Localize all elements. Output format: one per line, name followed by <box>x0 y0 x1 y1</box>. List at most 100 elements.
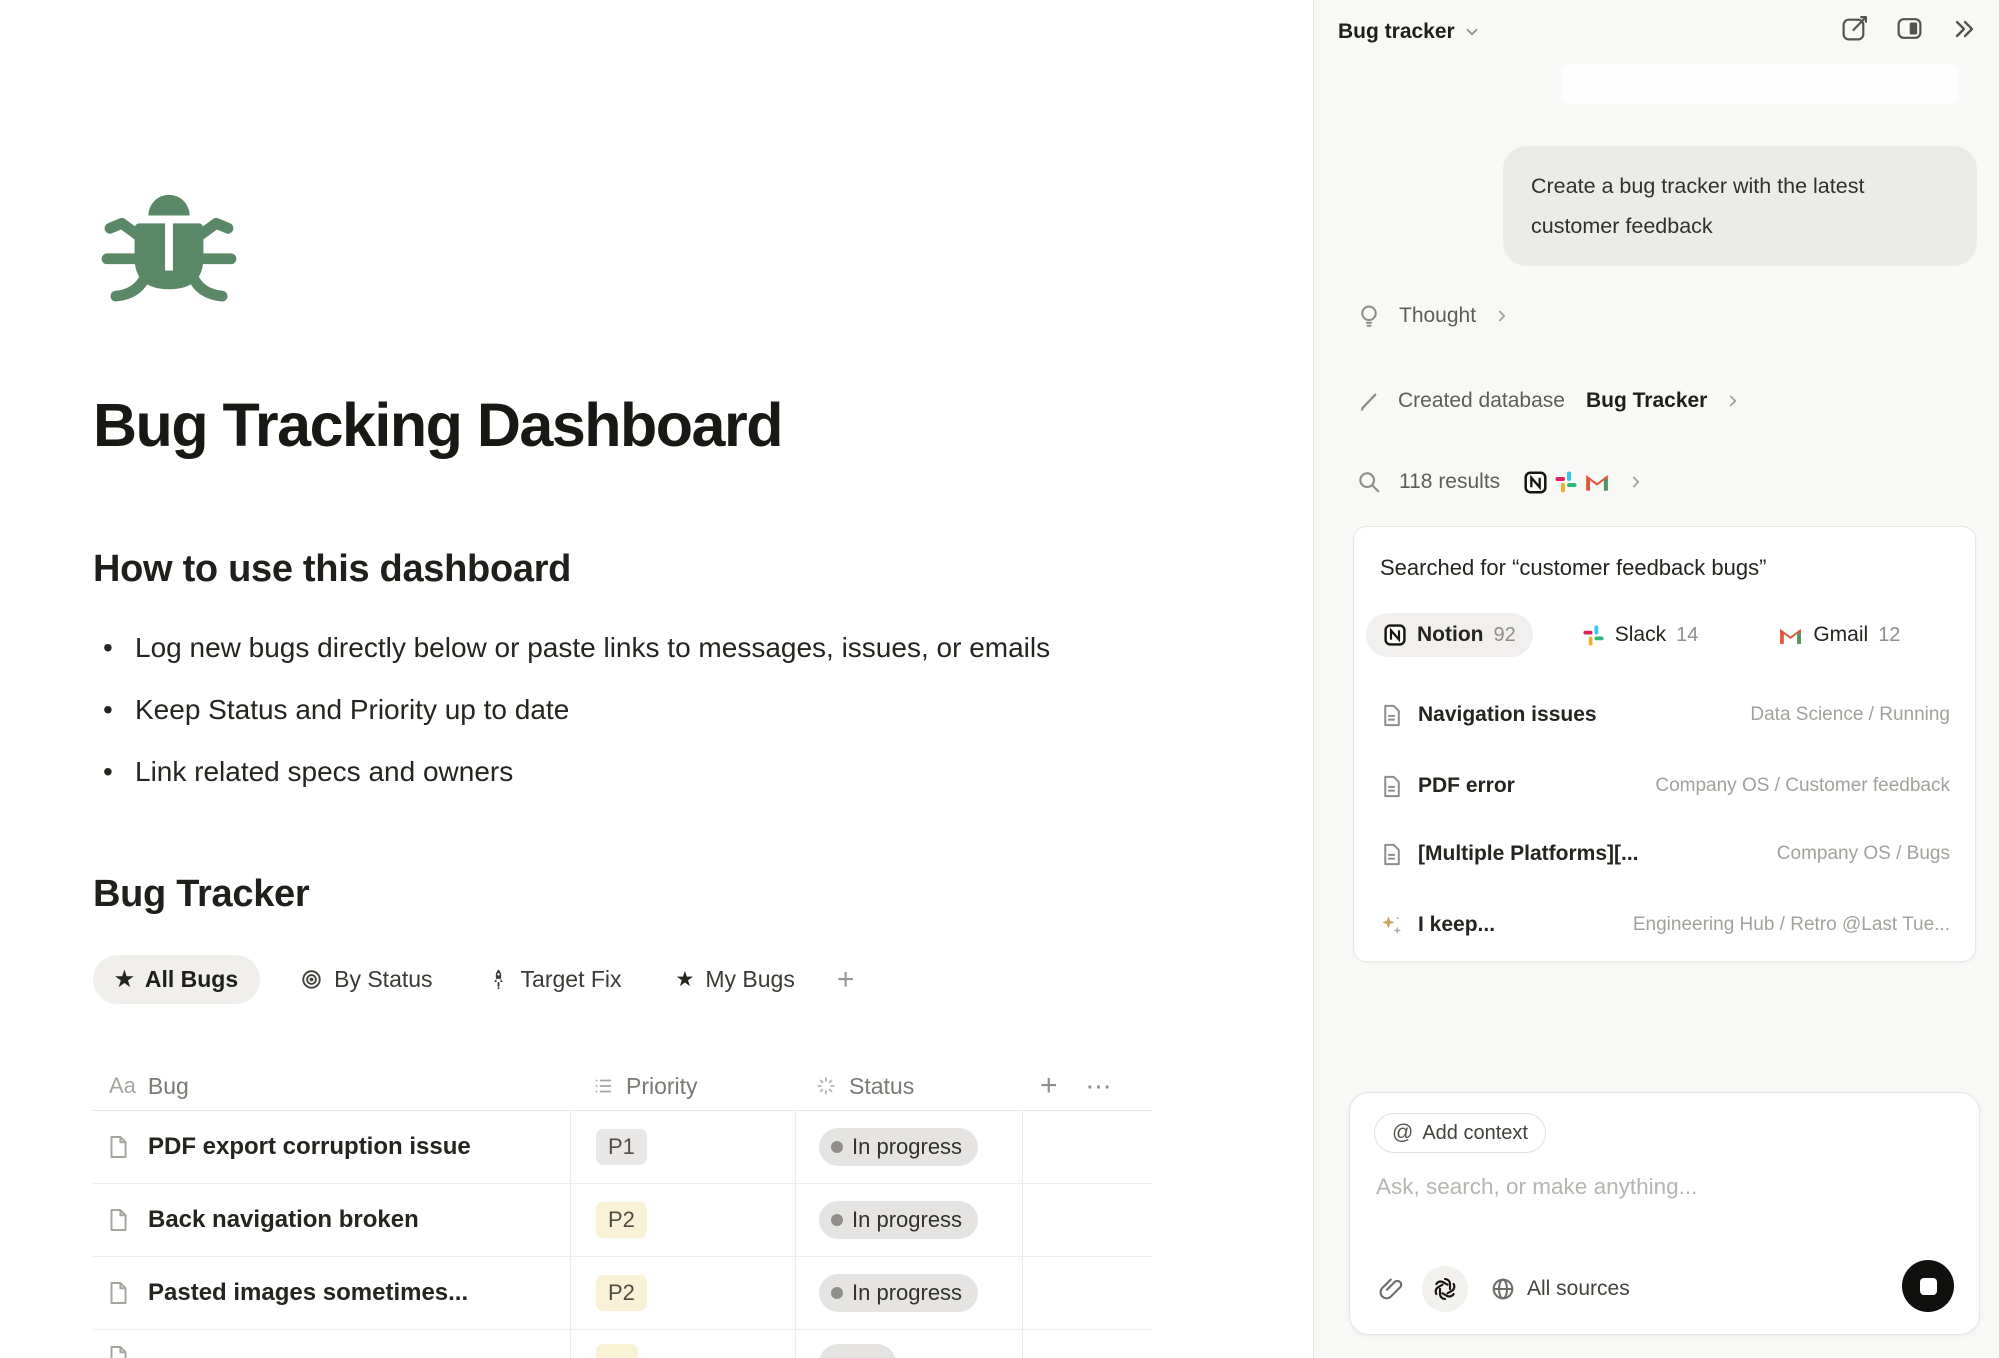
page-doc-icon <box>1379 703 1404 728</box>
globe-icon <box>1490 1276 1516 1302</box>
page-doc-icon <box>105 1344 131 1358</box>
thought-step[interactable]: Thought <box>1356 299 1511 333</box>
search-result-row[interactable]: [Multiple Platforms][... Company OS / Bu… <box>1379 834 1950 874</box>
table-header: Aa Bug Priority <box>93 1062 1153 1110</box>
table-more-button[interactable]: ⋯ <box>1086 1071 1114 1102</box>
created-database-step[interactable]: Created database Bug Tracker <box>1356 384 1742 418</box>
priority-badge[interactable]: P2 <box>596 1202 647 1238</box>
result-breadcrumb: Company OS / Customer feedback <box>1655 775 1950 797</box>
chip-label: Notion <box>1417 623 1483 647</box>
priority-badge[interactable]: P1 <box>596 1129 647 1165</box>
bullet-text: Log new bugs directly below or paste lin… <box>135 632 1050 664</box>
page-doc-icon <box>1379 774 1404 799</box>
chip-count: 12 <box>1878 624 1900 647</box>
priority-badge[interactable]: P2 <box>596 1275 647 1311</box>
bug-title: Pasted images sometimes... <box>148 1279 468 1307</box>
bug-title: Back navigation broken <box>148 1206 419 1234</box>
list-item: • Link related specs and owners <box>97 756 1257 788</box>
tab-target-fix[interactable]: Target Fix <box>473 955 636 1004</box>
search-result-row[interactable]: I keep... Engineering Hub / Retro @Last … <box>1379 905 1950 945</box>
notion-logo-icon <box>1383 623 1407 647</box>
new-thread-icon[interactable] <box>1840 14 1869 43</box>
attachment-icon[interactable] <box>1377 1276 1404 1303</box>
list-item: • Log new bugs directly below or paste l… <box>97 632 1257 664</box>
table-row[interactable]: Back navigation broken P2 In progress <box>93 1184 1153 1257</box>
stop-icon <box>1920 1278 1937 1295</box>
tab-all-bugs[interactable]: ★ All Bugs <box>93 955 260 1004</box>
status-label: In progress <box>852 1134 962 1160</box>
chip-slack[interactable]: Slack 14 <box>1565 613 1716 657</box>
status-dot-icon <box>831 1214 843 1226</box>
thread-selector[interactable]: Bug tracker <box>1338 20 1481 44</box>
tab-label: Target Fix <box>521 966 622 993</box>
result-breadcrumb: Company OS / Bugs <box>1777 843 1950 865</box>
column-status[interactable]: Status <box>795 1073 1022 1100</box>
all-sources-button[interactable]: All sources <box>1490 1276 1630 1302</box>
search-result-row[interactable]: Navigation issues Data Science / Running <box>1379 695 1950 735</box>
thread-title: Bug tracker <box>1338 20 1455 44</box>
page-doc-icon <box>105 1280 131 1306</box>
composer-toolbar: All sources <box>1377 1266 1630 1312</box>
source-icons <box>1523 470 1610 495</box>
model-selector-button[interactable] <box>1422 1266 1468 1312</box>
column-label: Bug <box>148 1073 189 1100</box>
ai-prompt-input[interactable] <box>1376 1167 1936 1207</box>
slack-logo-icon <box>1554 470 1578 494</box>
status-dot-icon <box>831 1141 843 1153</box>
add-column-button[interactable]: + <box>1040 1069 1058 1103</box>
tab-by-status[interactable]: By Status <box>286 955 446 1004</box>
user-message-bubble: Create a bug tracker with the latest cus… <box>1503 146 1977 266</box>
column-priority[interactable]: Priority <box>570 1073 795 1100</box>
sparkle-icon <box>1379 913 1404 938</box>
step-label: Created database <box>1398 389 1565 413</box>
status-label: In progress <box>852 1280 962 1306</box>
text-property-icon: Aa <box>109 1073 136 1099</box>
star-icon: ★ <box>676 969 695 990</box>
status-property-icon <box>815 1075 837 1097</box>
status-pill[interactable]: In progress <box>819 1274 978 1312</box>
page-bug-icon[interactable] <box>100 186 238 304</box>
search-card-title: Searched for “customer feedback bugs” <box>1380 555 1766 581</box>
target-icon <box>300 968 323 991</box>
search-result-row[interactable]: PDF error Company OS / Customer feedback <box>1379 766 1950 806</box>
step-label: Thought <box>1399 304 1476 328</box>
openai-logo-icon <box>1432 1276 1458 1302</box>
table-row[interactable] <box>93 1330 1153 1356</box>
gmail-logo-icon <box>1778 625 1803 646</box>
table-row[interactable]: PDF export corruption issue P1 In progre… <box>93 1111 1153 1184</box>
search-results-card: Searched for “customer feedback bugs” No… <box>1353 526 1976 962</box>
stop-button[interactable] <box>1902 1260 1954 1312</box>
status-pill[interactable] <box>819 1344 896 1358</box>
select-property-icon <box>592 1075 614 1097</box>
page-doc-icon <box>105 1207 131 1233</box>
chip-gmail[interactable]: Gmail 12 <box>1761 613 1917 657</box>
bullet-text: Link related specs and owners <box>135 756 513 788</box>
panel-layout-icon[interactable] <box>1895 14 1924 43</box>
priority-badge[interactable] <box>596 1344 638 1358</box>
column-bug[interactable]: Aa Bug <box>93 1073 570 1100</box>
table-row[interactable]: Pasted images sometimes... P2 In progres… <box>93 1257 1153 1330</box>
page-doc-icon <box>1379 842 1404 867</box>
notion-page: Bug Tracking Dashboard How to use this d… <box>0 0 1313 1358</box>
add-context-button[interactable]: @ Add context <box>1374 1113 1546 1153</box>
gmail-logo-icon <box>1584 471 1610 493</box>
result-title: PDF error <box>1418 774 1515 798</box>
bullet-glyph: • <box>97 632 135 664</box>
bullet-glyph: • <box>97 756 135 788</box>
tab-label: By Status <box>334 966 432 993</box>
created-database-name: Bug Tracker <box>1586 389 1707 413</box>
chevron-down-icon <box>1463 23 1481 41</box>
chip-notion[interactable]: Notion 92 <box>1366 613 1533 657</box>
add-view-button[interactable]: + <box>837 963 855 997</box>
tab-my-bugs[interactable]: ★ My Bugs <box>662 955 809 1004</box>
search-results-step[interactable]: 118 results <box>1356 465 1645 499</box>
bug-table: Aa Bug Priority <box>93 1062 1153 1356</box>
at-icon: @ <box>1392 1121 1413 1145</box>
howto-list: • Log new bugs directly below or paste l… <box>97 632 1257 818</box>
collapse-panel-icon[interactable] <box>1950 15 1978 43</box>
result-title: I keep... <box>1418 913 1495 937</box>
status-pill[interactable]: In progress <box>819 1128 978 1166</box>
howto-heading: How to use this dashboard <box>93 548 571 591</box>
status-pill[interactable]: In progress <box>819 1201 978 1239</box>
status-dot-icon <box>831 1287 843 1299</box>
